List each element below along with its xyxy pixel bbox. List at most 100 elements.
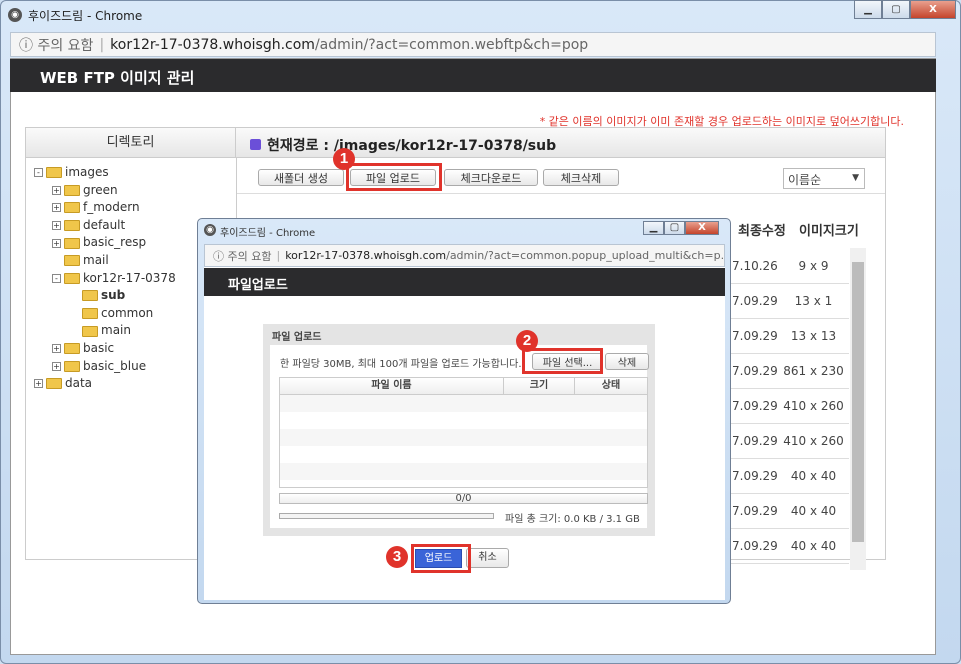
tree-item[interactable]: sub bbox=[34, 287, 176, 305]
tree-item-label: common bbox=[101, 305, 154, 320]
popup-close-button[interactable]: X bbox=[685, 221, 719, 235]
security-warning: 주의 요함 bbox=[37, 37, 94, 54]
expand-icon[interactable]: + bbox=[52, 185, 61, 195]
image-size: 410 x 260 bbox=[783, 434, 844, 448]
expand-icon[interactable]: + bbox=[52, 203, 61, 213]
sort-select[interactable]: 이름순 ▼ bbox=[783, 168, 865, 189]
folder-icon bbox=[64, 272, 80, 284]
address-bar[interactable]: ⓘ 주의 요함 | kor12r-17-0378.whoisgh.com/adm… bbox=[10, 32, 936, 57]
highlight-file-select bbox=[522, 348, 603, 374]
chevron-down-icon: ▼ bbox=[852, 173, 859, 183]
file-row[interactable]: 7.09.29 40 x 40 bbox=[722, 529, 849, 564]
globe-icon: ◉ bbox=[204, 224, 216, 236]
file-row[interactable]: 7.09.29 410 x 260 bbox=[722, 424, 849, 459]
tree-item[interactable]: + f_modern bbox=[34, 199, 176, 217]
column-modified: 최종수정 bbox=[738, 224, 786, 239]
total-size-text: 파일 총 크기: 0.0 KB / 3.1 GB bbox=[505, 514, 640, 525]
tree-item[interactable]: + data bbox=[34, 375, 176, 393]
column-status: 상태 bbox=[601, 380, 621, 391]
file-row[interactable]: 7.09.29 40 x 40 bbox=[722, 459, 849, 494]
tree-item[interactable]: + basic_resp bbox=[34, 234, 176, 252]
url-path: /admin/?act=common.webftp&ch=pop bbox=[314, 36, 589, 53]
minimize-button[interactable]: ▁ bbox=[854, 0, 882, 19]
image-size: 9 x 9 bbox=[798, 259, 829, 273]
folder-icon bbox=[64, 343, 80, 355]
security-warning: 주의 요함 bbox=[227, 249, 272, 263]
globe-icon: ◉ bbox=[8, 8, 22, 22]
step-3-badge: 3 bbox=[386, 546, 408, 568]
tree-item[interactable]: mail bbox=[34, 252, 176, 270]
image-size: 40 x 40 bbox=[790, 539, 837, 553]
popup-address-bar[interactable]: ⓘ 주의 요함 | kor12r-17-0378.whoisgh.com/adm… bbox=[204, 244, 725, 267]
tree-item-label: mail bbox=[83, 252, 109, 267]
tree-item[interactable]: + basic bbox=[34, 340, 176, 358]
tree-item[interactable]: - kor12r-17-0378 bbox=[34, 270, 176, 288]
delete-button[interactable]: 삭제 bbox=[605, 353, 649, 370]
tree-item[interactable]: + basic_blue bbox=[34, 358, 176, 376]
sort-value: 이름순 bbox=[788, 173, 822, 187]
directory-label: 디렉토리 bbox=[26, 128, 236, 158]
file-row[interactable]: 7.09.29 40 x 40 bbox=[722, 494, 849, 529]
step-2-badge: 2 bbox=[516, 330, 538, 352]
tree-item-label: default bbox=[83, 217, 126, 232]
popup-maximize-button[interactable]: ▢ bbox=[664, 221, 685, 235]
tree-item-label: sub bbox=[101, 288, 126, 303]
check-delete-button[interactable]: 체크삭제 bbox=[543, 169, 619, 186]
collapse-icon[interactable]: - bbox=[34, 168, 43, 178]
folder-icon bbox=[64, 202, 80, 214]
url-path: /admin/?act=common.popup_upload_multi&ch… bbox=[446, 249, 725, 262]
highlight-upload bbox=[411, 544, 471, 573]
collapse-icon[interactable]: - bbox=[52, 273, 61, 283]
column-file-name: 파일 이름 bbox=[280, 378, 504, 394]
tree-item[interactable]: + green bbox=[34, 182, 176, 200]
tree-item-label: f_modern bbox=[83, 200, 140, 215]
folder-icon bbox=[82, 308, 98, 320]
step-1-badge: 1 bbox=[333, 148, 355, 170]
expand-icon[interactable]: + bbox=[52, 344, 61, 354]
folder-icon bbox=[46, 378, 62, 390]
divider: | bbox=[276, 249, 281, 262]
new-folder-button[interactable]: 새폴더 생성 bbox=[258, 169, 344, 186]
file-row[interactable]: 7.09.29 13 x 13 bbox=[722, 319, 849, 354]
popup-window-controls: ▁ ▢ X bbox=[643, 221, 719, 241]
column-size: 크기 bbox=[504, 378, 575, 394]
expand-icon[interactable]: + bbox=[52, 361, 61, 371]
window-controls: ▁ ▢ X bbox=[854, 0, 956, 20]
expand-icon[interactable]: + bbox=[34, 379, 43, 389]
tree-item[interactable]: common bbox=[34, 305, 176, 323]
file-count: 0/0 bbox=[455, 493, 472, 504]
tree-item-label: data bbox=[65, 376, 93, 391]
image-size: 13 x 1 bbox=[794, 294, 833, 308]
tree-item[interactable]: + default bbox=[34, 217, 176, 235]
image-size: 861 x 230 bbox=[783, 364, 844, 378]
tree-item-label: basic bbox=[83, 340, 115, 355]
close-button[interactable]: X bbox=[910, 0, 956, 19]
cancel-button[interactable]: 취소 bbox=[466, 548, 509, 568]
folder-icon bbox=[82, 290, 98, 302]
check-download-button[interactable]: 체크다운로드 bbox=[444, 169, 538, 186]
tree-item[interactable]: - images bbox=[34, 164, 176, 182]
url-host: kor12r-17-0378.whoisgh.com bbox=[285, 249, 447, 262]
file-row[interactable]: 7.10.26 9 x 9 bbox=[722, 249, 849, 284]
popup-minimize-button[interactable]: ▁ bbox=[643, 221, 664, 235]
expand-icon[interactable]: + bbox=[52, 221, 61, 231]
divider: | bbox=[99, 36, 105, 53]
folder-icon bbox=[64, 184, 80, 196]
upload-box-title: 파일 업로드 bbox=[272, 332, 322, 343]
file-list-table: 파일 이름 크기 상태 bbox=[279, 377, 648, 488]
tree-item-label: main bbox=[101, 323, 131, 338]
scrollbar[interactable] bbox=[850, 248, 866, 570]
divider bbox=[237, 193, 885, 194]
expand-icon[interactable]: + bbox=[52, 238, 61, 248]
file-row[interactable]: 7.09.29 410 x 260 bbox=[722, 389, 849, 424]
info-icon: ⓘ bbox=[213, 249, 228, 263]
url-host: kor12r-17-0378.whoisgh.com bbox=[110, 36, 315, 53]
file-row[interactable]: 7.09.29 861 x 230 bbox=[722, 354, 849, 389]
folder-icon bbox=[82, 325, 98, 337]
file-row[interactable]: 7.09.29 13 x 1 bbox=[722, 284, 849, 319]
scrollbar-thumb[interactable] bbox=[852, 262, 864, 542]
tree-item[interactable]: main bbox=[34, 322, 176, 340]
folder-icon bbox=[46, 167, 62, 179]
maximize-button[interactable]: ▢ bbox=[882, 0, 910, 19]
current-path-text: 현재경로 : /images/kor12r-17-0378/sub bbox=[267, 138, 557, 154]
